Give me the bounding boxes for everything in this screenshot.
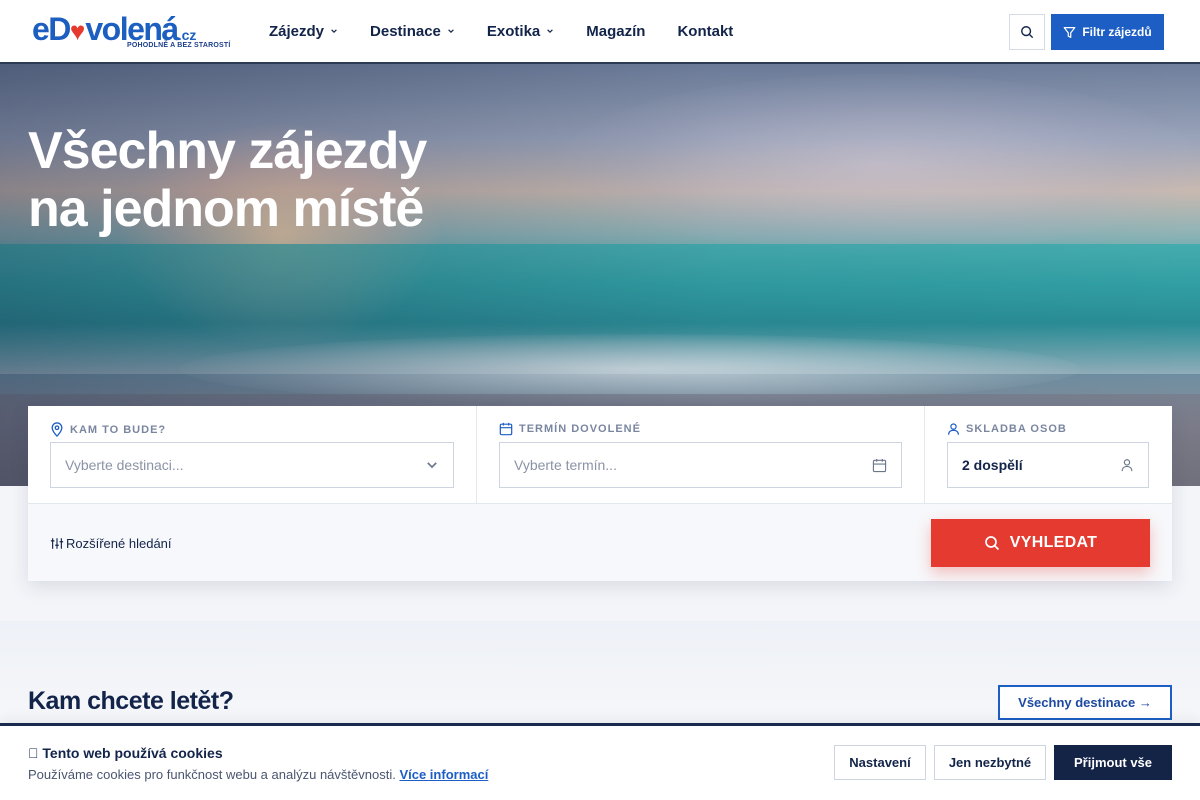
search-icon bbox=[984, 536, 999, 551]
nav-item-label: Exotika bbox=[486, 22, 541, 40]
cookie-icon:  bbox=[28, 745, 39, 761]
all-destinations-button[interactable]: Všechny destinace → bbox=[998, 685, 1172, 720]
nav-item-label: Destinace bbox=[370, 22, 441, 40]
persons-label: SKLADBA OSOB bbox=[947, 422, 1067, 436]
nav-item-zajezdy[interactable]: Zájezdy bbox=[253, 0, 354, 62]
persons-field: SKLADBA OSOB 2 dospělí bbox=[925, 406, 1172, 504]
search-form: KAM TO BUDE? Vyberte destinaci... TERMÍN… bbox=[28, 406, 1172, 581]
calendar-icon bbox=[499, 422, 513, 436]
user-icon bbox=[948, 423, 959, 435]
advanced-search-toggle[interactable]: Rozšířené hledání bbox=[50, 536, 172, 551]
chevron-down-icon bbox=[448, 29, 454, 34]
search-icon bbox=[1021, 26, 1034, 39]
chevron-down-icon bbox=[331, 29, 337, 34]
nav-item-destinace[interactable]: Destinace bbox=[354, 0, 471, 62]
date-picker-input[interactable]: Vyberte termín... bbox=[499, 442, 902, 488]
map-pin-icon bbox=[51, 422, 63, 437]
filter-icon bbox=[1063, 26, 1076, 38]
search-submit-label: VYHLEDAT bbox=[1009, 534, 1098, 551]
destinations-section: Kam chcete letět? Všechny destinace → bbox=[0, 621, 1200, 731]
header-search-button[interactable] bbox=[1009, 14, 1045, 50]
persons-selector[interactable]: 2 dospělí bbox=[947, 442, 1149, 488]
destination-placeholder: Vyberte destinaci... bbox=[65, 457, 184, 473]
nav-item-magazin[interactable]: Magazín bbox=[570, 0, 661, 62]
persons-value: 2 dospělí bbox=[962, 457, 1023, 473]
destination-label-text: KAM TO BUDE? bbox=[70, 423, 167, 436]
cookie-necessary-only-button[interactable]: Jen nezbytné bbox=[934, 745, 1046, 780]
logo-tagline: POHODLNĚ A BEZ STAROSTÍ bbox=[127, 42, 231, 49]
date-placeholder: Vyberte termín... bbox=[514, 457, 617, 473]
chevron-down-icon bbox=[547, 29, 554, 34]
search-actions-row: Rozšířené hledání VYHLEDAT bbox=[28, 504, 1172, 581]
hero-title-line-2: na jednom místě bbox=[28, 180, 424, 238]
cookie-accept-all-button[interactable]: Přijmout vše bbox=[1054, 745, 1172, 780]
filter-trips-button[interactable]: Filtr zájezdů bbox=[1051, 14, 1164, 50]
hero-title: Všechny zájezdy na jednom místě bbox=[28, 122, 548, 238]
section-title: Kam chcete letět? bbox=[28, 687, 234, 715]
cookie-title-text: Tento web používá cookies bbox=[28, 745, 222, 761]
date-field: TERMÍN DOVOLENÉ Vyberte termín... bbox=[477, 406, 925, 504]
logo-tld: .cz bbox=[177, 27, 197, 43]
nav-item-exotika[interactable]: Exotika bbox=[471, 0, 570, 62]
date-label: TERMÍN DOVOLENÉ bbox=[499, 422, 641, 436]
nav-item-label: Magazín bbox=[586, 22, 646, 40]
persons-label-text: SKLADBA OSOB bbox=[966, 423, 1067, 435]
logo-prefix: eD bbox=[32, 11, 71, 47]
calendar-icon bbox=[872, 458, 887, 473]
sliders-icon bbox=[50, 538, 64, 549]
nav-item-kontakt[interactable]: Kontakt bbox=[661, 0, 749, 62]
hero-title-line-1: Všechny zájezdy bbox=[28, 122, 427, 180]
main-nav: Zájezdy Destinace Exotika Magazín Kontak… bbox=[253, 0, 749, 62]
advanced-search-label: Rozšířené hledání bbox=[66, 536, 172, 551]
destination-select[interactable]: Vyberte destinaci... bbox=[50, 442, 454, 488]
cookie-title:  Tento web používá cookies bbox=[28, 745, 223, 761]
cookie-banner:  Tento web používá cookies Používáme co… bbox=[0, 723, 1200, 800]
nav-item-label: Kontakt bbox=[677, 22, 734, 40]
cookie-settings-button[interactable]: Nastavení bbox=[834, 745, 926, 780]
date-label-text: TERMÍN DOVOLENÉ bbox=[519, 423, 641, 435]
nav-item-label: Zájezdy bbox=[269, 22, 325, 40]
site-logo[interactable]: eD♥volená.cz POHODLNĚ A BEZ STAROSTÍ bbox=[32, 10, 230, 54]
cookie-description-text: Používáme cookies pro funkčnost webu a a… bbox=[28, 767, 396, 782]
destination-field: KAM TO BUDE? Vyberte destinaci... bbox=[28, 406, 477, 504]
chevron-down-icon bbox=[427, 462, 437, 469]
cookie-description: Používáme cookies pro funkčnost webu a a… bbox=[28, 767, 488, 782]
search-submit-button[interactable]: VYHLEDAT bbox=[931, 519, 1150, 567]
search-fields-row: KAM TO BUDE? Vyberte destinaci... TERMÍN… bbox=[28, 406, 1172, 504]
user-icon bbox=[1121, 459, 1133, 472]
cookie-more-info-link[interactable]: Více informací bbox=[399, 767, 488, 782]
site-header: eD♥volená.cz POHODLNĚ A BEZ STAROSTÍ Záj… bbox=[0, 0, 1200, 64]
filter-button-label: Filtr zájezdů bbox=[1082, 25, 1152, 39]
logo-heart-icon: ♥ bbox=[69, 16, 86, 46]
destination-label: KAM TO BUDE? bbox=[50, 422, 166, 437]
